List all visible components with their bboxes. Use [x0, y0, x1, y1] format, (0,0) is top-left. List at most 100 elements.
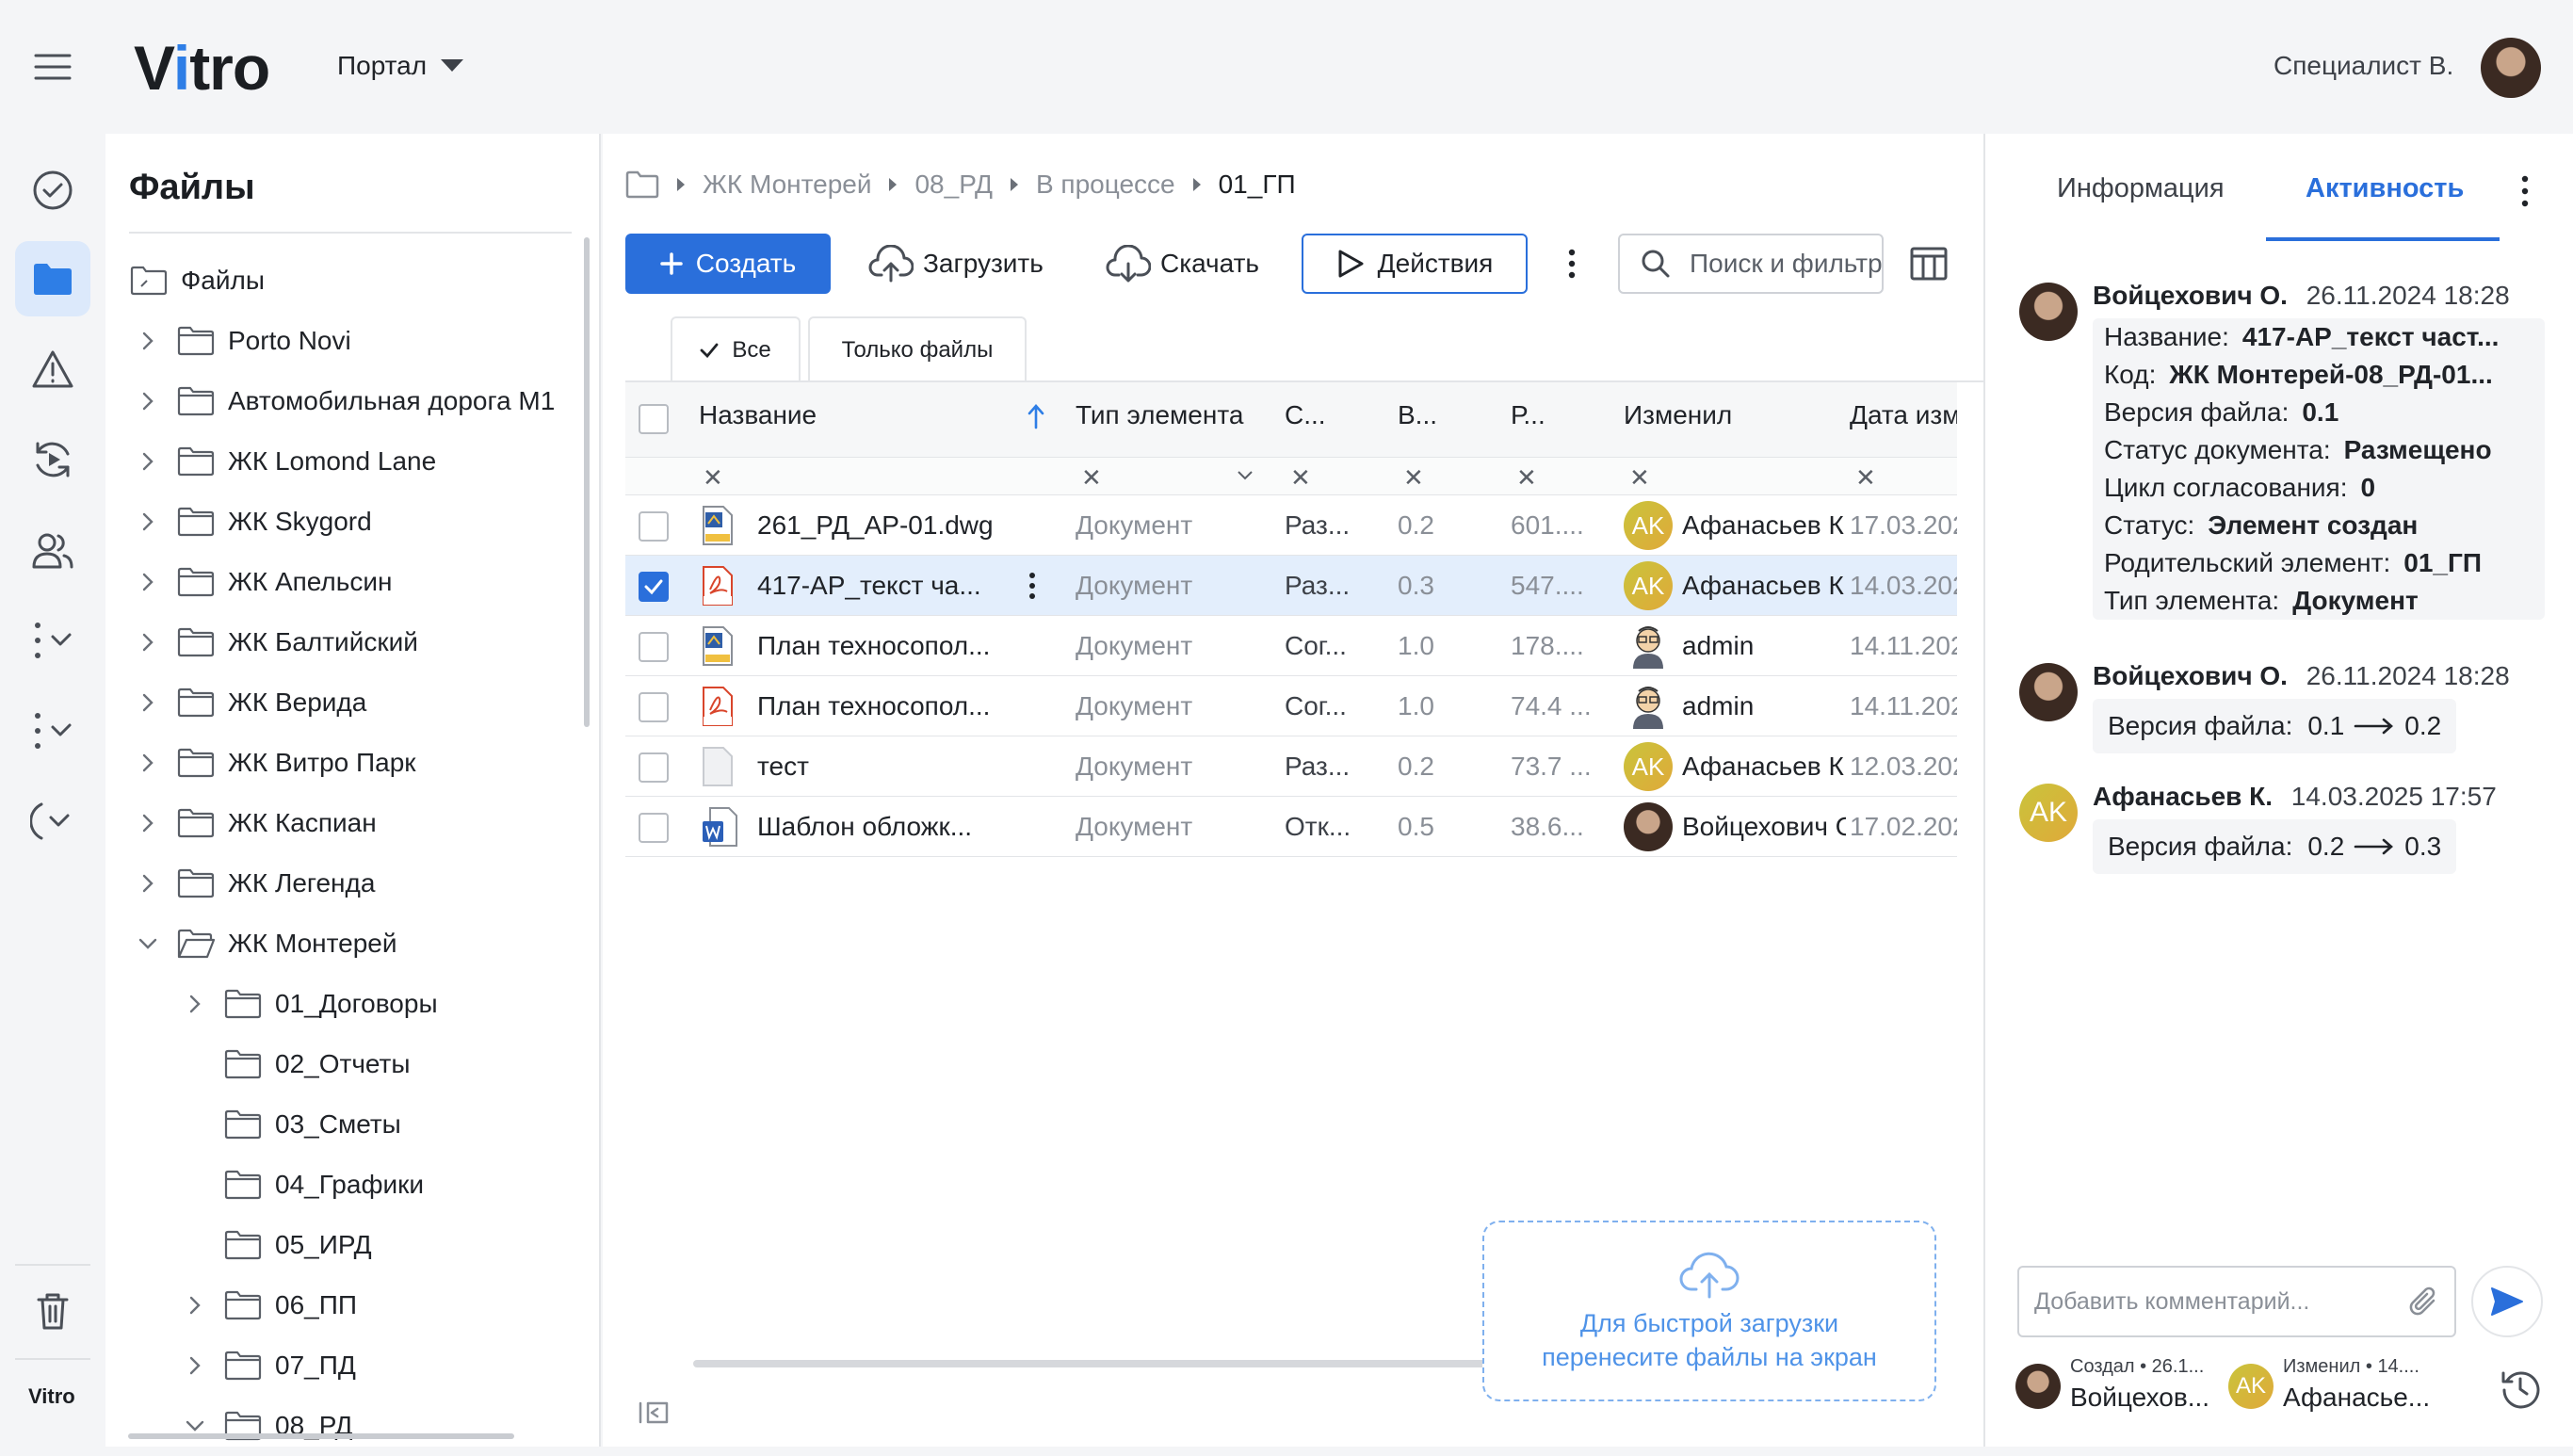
tree-item[interactable]: ЖК Монтерей [138, 914, 396, 974]
tree-item[interactable]: ЖК Skygord [138, 492, 372, 552]
clear-filter-icon[interactable]: ✕ [1290, 463, 1311, 493]
tree-subitem[interactable]: 08_РД [185, 1396, 352, 1456]
row-checkbox[interactable] [639, 572, 669, 602]
collapse-panel-icon[interactable] [637, 1398, 671, 1428]
row-checkbox[interactable] [639, 511, 669, 542]
tree-subitem[interactable]: 01_Договоры [185, 974, 438, 1034]
chevron-right-icon[interactable] [138, 632, 158, 653]
download-button[interactable]: Скачать [1106, 234, 1259, 294]
tree-item[interactable]: Автомобильная дорога М1 [138, 371, 555, 431]
tab-files-only[interactable]: Только файлы [808, 316, 1027, 382]
file-name[interactable]: 417-АР_текст ча... [757, 556, 1002, 616]
issues-nav-button[interactable] [15, 332, 90, 407]
history-icon[interactable] [2500, 1367, 2541, 1409]
panel-more-icon[interactable] [2520, 175, 2530, 207]
tree-item[interactable]: ЖК Витро Парк [138, 733, 416, 793]
row-checkbox[interactable] [639, 813, 669, 843]
chevron-right-icon[interactable] [138, 511, 158, 532]
tree-item[interactable]: ЖК Верида [138, 672, 366, 733]
toolbar-more-icon[interactable] [1567, 249, 1577, 279]
search-input[interactable]: Поиск и фильтр [1618, 234, 1884, 294]
col-header-modified-by[interactable]: Изменил [1624, 400, 1732, 430]
chevron-right-icon[interactable] [138, 451, 158, 472]
portal-dropdown[interactable]: Портал [337, 51, 464, 81]
clear-filter-icon[interactable]: ✕ [1629, 463, 1650, 493]
breadcrumb-item[interactable]: В процессе [1036, 170, 1175, 200]
workflow-nav-button[interactable] [15, 422, 90, 497]
chevron-down-icon[interactable] [138, 933, 158, 954]
tree-subitem[interactable]: 07_ПД [185, 1335, 356, 1396]
checklist-alt-nav-button[interactable] [15, 693, 90, 768]
checklist-nav-button[interactable] [15, 603, 90, 678]
chevron-right-icon[interactable] [138, 572, 158, 592]
create-button[interactable]: Создать [625, 234, 831, 294]
col-header-modified-date[interactable]: Дата изм [1850, 400, 1957, 430]
tree-subitem[interactable]: 02_Отчеты [185, 1034, 411, 1094]
file-name[interactable]: 261_РД_АР-01.dwg [757, 495, 1002, 556]
tree-root[interactable]: Файлы [130, 251, 265, 311]
tree-hscrollbar[interactable] [128, 1433, 514, 1439]
col-header-name[interactable]: Название [699, 400, 817, 430]
tree-item[interactable]: ЖК Балтийский [138, 612, 418, 672]
tree-item[interactable]: ЖК Апельсин [138, 552, 392, 612]
col-header-type[interactable]: Тип элемента [1076, 400, 1243, 430]
clear-filter-icon[interactable]: ✕ [1081, 463, 1102, 493]
file-name[interactable]: тест [757, 736, 1002, 797]
row-checkbox[interactable] [639, 752, 669, 783]
paperclip-icon[interactable] [2407, 1284, 2439, 1319]
send-button[interactable] [2471, 1266, 2543, 1337]
tree-item[interactable]: Porto Novi [138, 311, 351, 371]
vitro-logo[interactable]: Vitro [134, 32, 270, 104]
chevron-right-icon[interactable] [138, 331, 158, 351]
chevron-right-icon[interactable] [138, 873, 158, 894]
chevron-right-icon[interactable] [138, 692, 158, 713]
file-name[interactable]: Шаблон обложк... [757, 797, 1002, 857]
approval-nav-button[interactable] [15, 784, 90, 859]
tree-subitem[interactable]: 04_Графики [185, 1155, 424, 1215]
col-header-size[interactable]: Р... [1511, 400, 1545, 430]
clear-filter-icon[interactable]: ✕ [1403, 463, 1424, 493]
row-checkbox[interactable] [639, 692, 669, 722]
activity-author[interactable]: Афанасьев К. [2093, 782, 2273, 811]
select-all-checkbox[interactable] [639, 404, 669, 434]
tree-item[interactable]: ЖК Легенда [138, 853, 375, 914]
row-checkbox[interactable] [639, 632, 669, 662]
tree-item[interactable]: ЖК Каспиан [138, 793, 377, 853]
breadcrumb-item[interactable]: ЖК Монтерей [703, 170, 871, 200]
tree-scrollbar[interactable] [584, 237, 590, 727]
activity-author[interactable]: Войцехович О. [2093, 281, 2288, 310]
user-name[interactable]: Специалист В. [2274, 51, 2453, 81]
breadcrumb-item[interactable]: 08_РД [914, 170, 992, 200]
table-row[interactable]: Шаблон обложк... Документ Отк... 0.5 38.6...… [625, 797, 1957, 857]
tree-subitem[interactable]: 03_Сметы [185, 1094, 401, 1155]
columns-icon[interactable] [1910, 247, 1948, 281]
table-row[interactable]: 417-АР_текст ча... Документ Раз... 0.3 547..… [625, 556, 1957, 616]
breadcrumb-root-icon[interactable] [625, 170, 659, 199]
tab-activity[interactable]: Активность [2306, 173, 2464, 204]
chevron-right-icon[interactable] [185, 1295, 205, 1316]
tab-all[interactable]: Все [671, 316, 801, 382]
chevron-right-icon[interactable] [138, 752, 158, 773]
chevron-right-icon[interactable] [185, 994, 205, 1014]
chevron-down-icon[interactable] [1238, 471, 1253, 480]
table-row[interactable]: тест Документ Раз... 0.2 73.7 ... AK Афанасьев… [625, 736, 1957, 797]
activity-author[interactable]: Войцехович О. [2093, 661, 2288, 690]
users-nav-button[interactable] [15, 512, 90, 588]
sort-asc-icon[interactable] [1027, 403, 1045, 429]
tree-subitem[interactable]: 06_ПП [185, 1275, 357, 1335]
tree-subitem[interactable]: 05_ИРД [185, 1215, 372, 1275]
table-row[interactable]: План техносопол... Документ Сог... 1.0 178..… [625, 616, 1957, 676]
comment-input[interactable]: Добавить комментарий... [2017, 1266, 2456, 1337]
col-header-version[interactable]: В... [1398, 400, 1437, 430]
file-name[interactable]: План техносопол... [757, 616, 1002, 676]
chevron-right-icon[interactable] [138, 391, 158, 412]
upload-button[interactable]: Загрузить [868, 234, 1044, 294]
chevron-right-icon[interactable] [185, 1355, 205, 1376]
tasks-nav-button[interactable] [15, 153, 90, 228]
chevron-right-icon[interactable] [138, 813, 158, 833]
col-header-status[interactable]: С... [1285, 400, 1326, 430]
clear-filter-icon[interactable]: ✕ [1516, 463, 1537, 493]
tab-information[interactable]: Информация [2057, 173, 2225, 204]
menu-icon[interactable] [34, 53, 72, 81]
row-more-icon[interactable] [1028, 556, 1047, 616]
